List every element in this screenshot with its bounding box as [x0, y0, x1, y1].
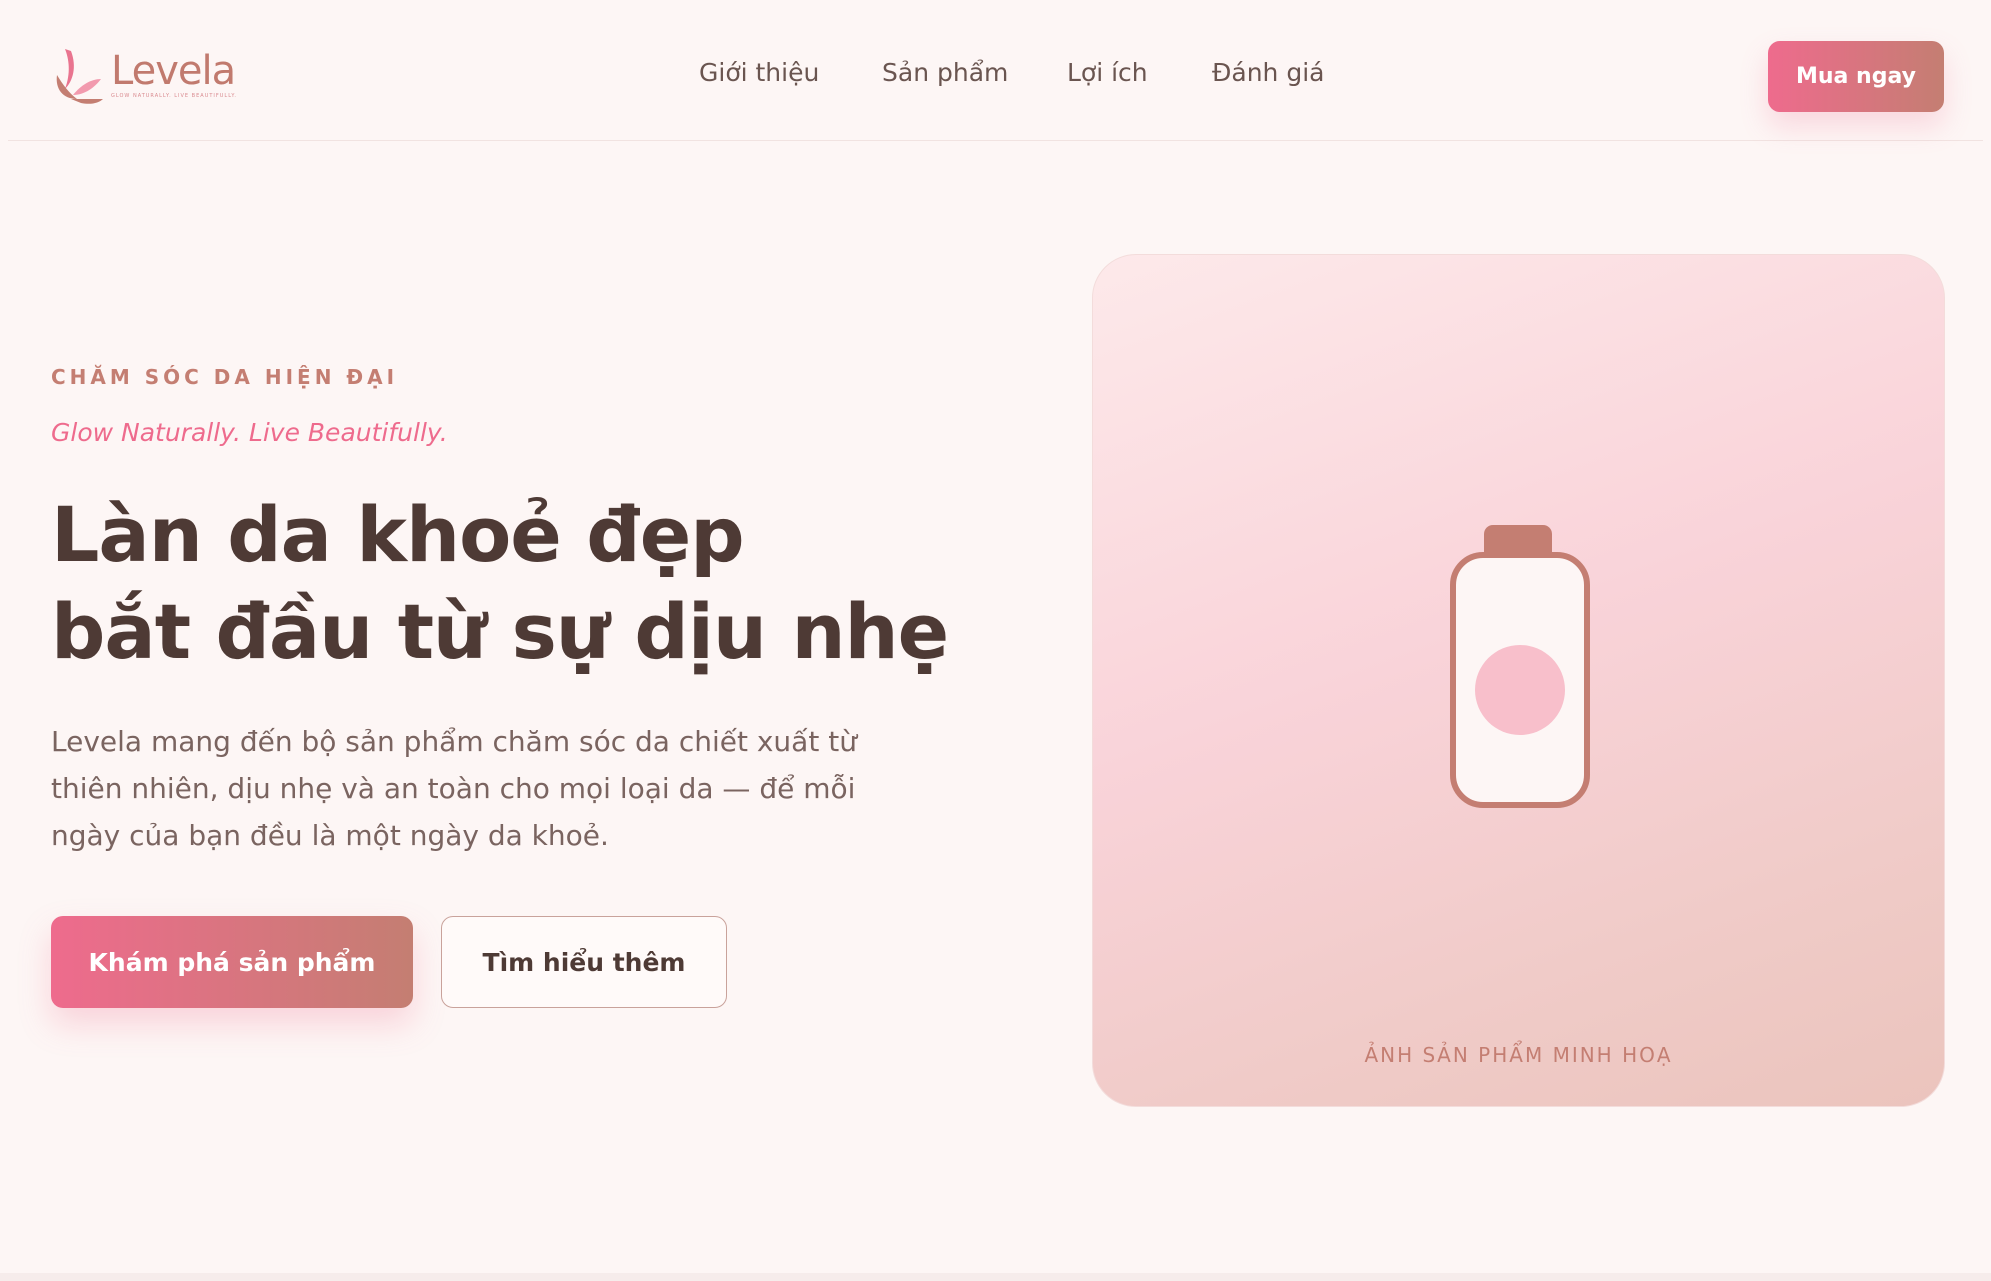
- nav-item-danh-gia[interactable]: Đánh giá: [1212, 58, 1324, 87]
- hero-headline: Làn da khoẻ đẹp bắt đầu từ sự dịu nhẹ: [51, 486, 951, 680]
- site-header: Levela GLOW NATURALLY. LIVE BEAUTIFULLY.…: [8, 0, 1983, 141]
- learn-more-button[interactable]: Tìm hiểu thêm: [441, 916, 727, 1008]
- headline-line-1: Làn da khoẻ đẹp: [51, 490, 745, 579]
- product-image-caption: ẢNH SẢN PHẨM MINH HOẠ: [1364, 1043, 1673, 1067]
- nav-item-san-pham[interactable]: Sản phẩm: [882, 58, 1008, 87]
- main-nav: Giới thiệu Sản phẩm Lợi ích Đánh giá: [8, 58, 1983, 98]
- section-divider: [0, 1273, 1991, 1281]
- nav-item-gioi-thieu[interactable]: Giới thiệu: [699, 58, 819, 87]
- explore-products-button[interactable]: Khám phá sản phẩm: [51, 916, 413, 1008]
- bottle-icon: [1450, 525, 1590, 808]
- product-image-card: ẢNH SẢN PHẨM MINH HOẠ: [1092, 254, 1945, 1107]
- hero-eyebrow: CHĂM SÓC DA HIỆN ĐẠI: [51, 365, 399, 389]
- nav-item-loi-ich[interactable]: Lợi ích: [1067, 58, 1148, 87]
- hero-tagline: Glow Naturally. Live Beautifully.: [51, 418, 448, 447]
- buy-now-button[interactable]: Mua ngay: [1768, 41, 1944, 112]
- hero-description: Levela mang đến bộ sản phẩm chăm sóc da …: [51, 725, 857, 852]
- headline-line-2: bắt đầu từ sự dịu nhẹ: [51, 587, 949, 676]
